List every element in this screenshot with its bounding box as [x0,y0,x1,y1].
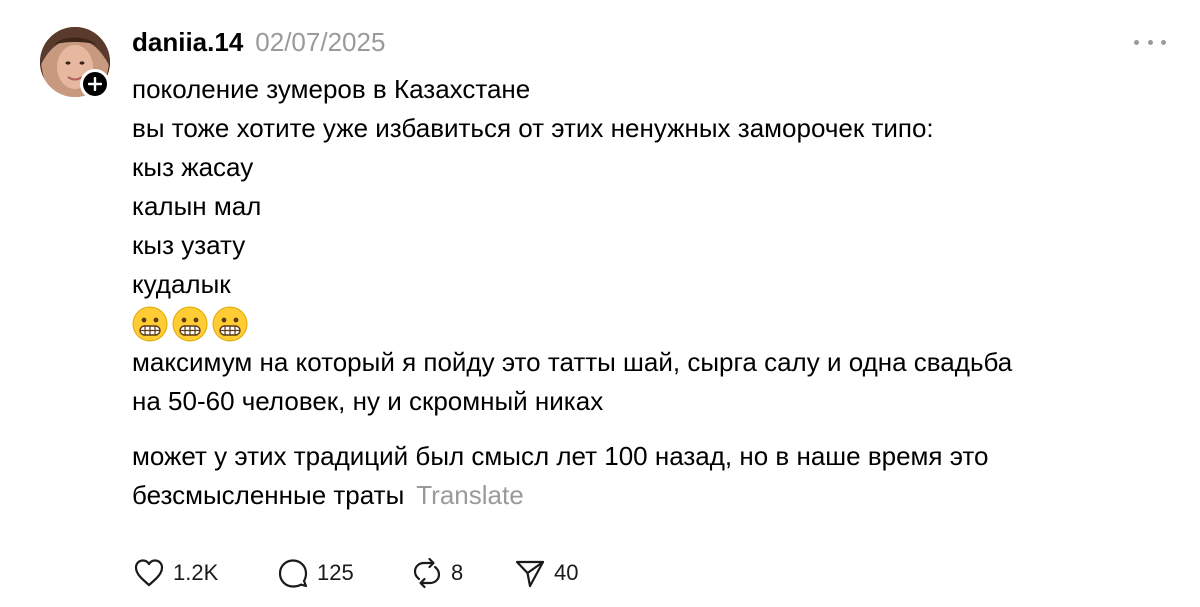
more-dots-icon [1134,39,1139,45]
grimacing-face-emoji [172,306,208,341]
post-text-line: кыз жасау [132,152,254,182]
emoji-row [132,304,1172,343]
more-dots-icon [1161,39,1166,45]
share-count: 40 [554,560,579,585]
post-date: 02/07/2025 [255,27,386,57]
paper-plane-icon [515,560,545,588]
avatar-container[interactable] [40,27,112,99]
post-text-line: калын мал [132,191,262,221]
share-button[interactable]: 40 [513,556,578,590]
like-count: 1.2K [173,560,219,585]
more-options-button[interactable] [1134,30,1166,54]
post-text-line-last: безсмысленные траты Translate [132,476,1172,515]
reply-button[interactable]: 125 [276,556,410,590]
post-body: поколение зумеров в Казахстане вы тоже х… [132,70,1172,515]
translate-link[interactable]: Translate [416,480,523,510]
grimacing-face-emoji [132,306,168,341]
post-header: daniia.14 02/07/2025 [132,27,385,58]
more-dots-icon [1147,39,1153,45]
repost-button[interactable]: 8 [410,556,513,590]
plus-icon [88,77,102,91]
post-text-line: поколение зумеров в Казахстане [132,74,531,104]
post-text-line: вы тоже хотите уже избавиться от этих не… [132,113,934,143]
post-text-line: максимум на который я пойду это татты ша… [132,347,1013,377]
follow-button[interactable] [80,69,110,99]
repost-count: 8 [451,560,464,585]
repost-arrows-icon [413,557,441,589]
like-button[interactable]: 1.2K [132,556,276,590]
post-actions: 1.2K 125 8 40 [132,556,578,590]
reply-count: 125 [317,560,354,585]
post-text-line: может у этих традиций был смысл лет 100 … [132,441,989,471]
post-text-line: на 50-60 человек, ну и скромный никах [132,386,604,416]
heart-icon [134,559,164,587]
speech-bubble-icon [278,559,308,588]
post-text-line: кудалык [132,269,231,299]
post-text-line: кыз узату [132,230,246,260]
grimacing-face-emoji [212,306,248,341]
username[interactable]: daniia.14 [132,27,243,58]
post-text-fragment: безсмысленные траты [132,480,405,510]
